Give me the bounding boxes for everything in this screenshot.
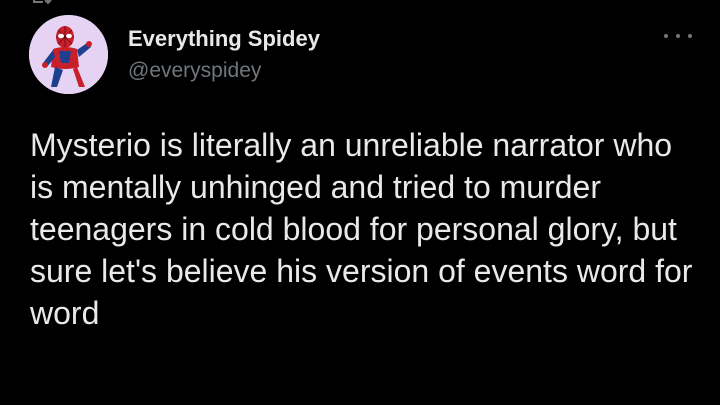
dot: [688, 34, 692, 38]
display-name[interactable]: Everything Spidey: [128, 26, 320, 52]
spiderman-avatar-icon: [29, 15, 108, 94]
dot: [676, 34, 680, 38]
more-options-icon[interactable]: [664, 26, 692, 46]
tweet-text: Mysterio is literally an unreliable narr…: [30, 127, 693, 331]
author-info: Everything Spidey @everyspidey: [128, 26, 320, 84]
tweet-card[interactable]: Everything Spidey @everyspidey Mysterio …: [0, 0, 720, 405]
dot: [664, 34, 668, 38]
user-handle[interactable]: @everyspidey: [128, 58, 320, 84]
avatar[interactable]: [29, 15, 108, 94]
